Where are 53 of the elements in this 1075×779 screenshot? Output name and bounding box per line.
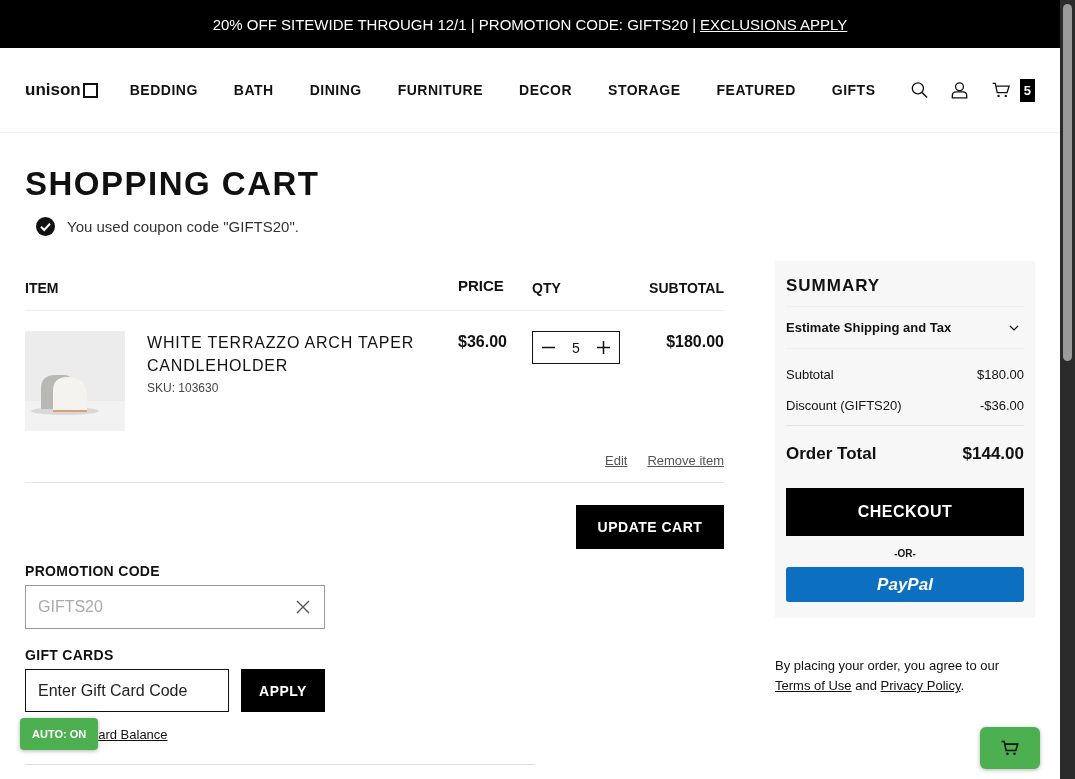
plus-icon[interactable] [597,341,611,354]
cart-count-badge: 5 [1019,78,1035,102]
nav-link[interactable]: BATH [221,82,286,98]
price-cell-text: $36.00 [458,332,508,351]
page-title: SHOPPING CART [25,165,321,203]
paypal-button[interactable]: PayPal [786,567,1024,602]
apply-button[interactable]: APPLY [241,669,325,712]
update-cart-button[interactable]: UPDATE CART [576,505,724,549]
exclusions-link[interactable]: EXCLUSIONS APPLY [700,15,848,33]
promotion-code-label: PROMOTION CODE [25,563,161,579]
product-name[interactable]: WHITE TERRAZZO ARCH TAPER CANDLEHOLDER [147,331,417,377]
column-header: PRICE [458,276,505,294]
gift-card-field[interactable]: Enter Gift Card Code [25,669,229,712]
logo[interactable]: unison [25,80,98,100]
order-total-value: $144.00 [962,444,1024,464]
column-header: QTY [532,280,562,296]
check-icon [36,217,55,236]
chevron-icon[interactable] [1009,324,1019,331]
nav-link[interactable]: STORAGE [596,82,693,98]
order-total-label: Order Total [786,444,877,464]
scrollbar[interactable] [1060,0,1075,779]
product-sku: SKU: 103630 [147,381,220,395]
cart-icon [1001,740,1019,756]
column-header: ITEM [25,280,60,296]
checkout-button[interactable]: CHECKOUT [786,488,1024,536]
card-balance-link[interactable]: ard Balance [98,726,168,742]
agreement-text: By placing your order, you agree to our Terms of Use and Privacy Policy. [775,657,1001,695]
nav-link[interactable]: BEDDING [117,82,210,98]
scrollbar-thumb[interactable] [1063,4,1072,361]
nav-link[interactable]: DINING [297,82,374,98]
summary-value: -$36.00 [979,398,1024,413]
quantity-stepper[interactable]: 5 [532,331,620,364]
or-separator: -OR- [893,547,917,561]
summary-label: Discount (GIFTS20) [786,398,902,413]
summary-title: SUMMARY [786,271,1024,307]
estimate-shipping-toggle[interactable]: Estimate Shipping and Tax [786,307,1024,349]
item-action-link[interactable]: Remove item [647,453,724,468]
column-header: SUBTOTAL [648,280,724,296]
gift-cards-label: GIFT CARDS [25,647,115,663]
floating-cart-button[interactable] [980,727,1040,769]
clear-icon[interactable] [296,600,310,614]
nav-link[interactable]: GIFTS [819,82,888,98]
summary-value: $180.00 [977,367,1024,382]
nav-link[interactable]: FURNITURE [385,82,495,98]
coupon-message: You used coupon code "GIFTS20". [67,218,299,235]
summary-label: Subtotal [786,367,834,382]
quantity-value[interactable]: 5 [572,339,580,356]
item-action-link[interactable]: Edit [605,453,628,468]
subtotal-cell-text: $180.00 [665,332,724,351]
promo-text: 20% OFF SITEWIDE THROUGH 12/1 | PROMOTION CODE: GIFTS20 | [212,15,697,33]
nav-link[interactable]: DECOR [507,82,585,98]
terms-link[interactable]: Terms of Use [775,678,852,693]
nav-link[interactable]: FEATURED [704,82,808,98]
